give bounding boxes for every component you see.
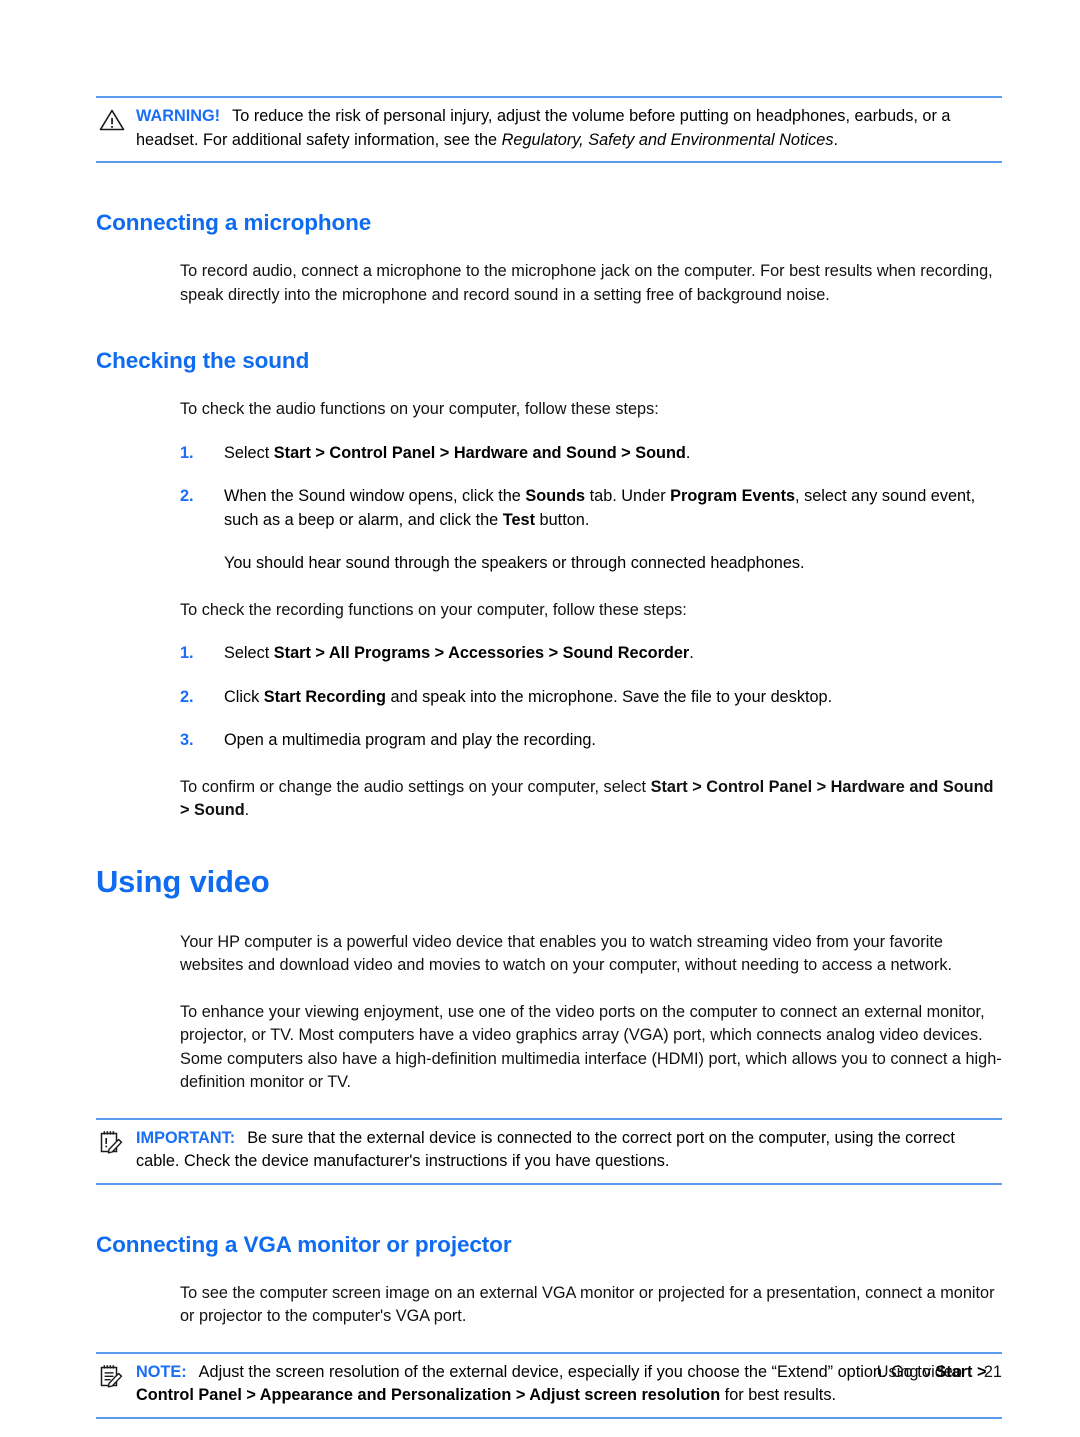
audio-intro-paragraph: To check the audio functions on your com…	[180, 400, 659, 418]
notepad-pencil-icon	[98, 1129, 128, 1155]
footer-section-label: Using video	[876, 1363, 962, 1381]
warning-text-part-2: .	[833, 130, 838, 149]
step-number: 2.	[180, 687, 194, 706]
note-admonition: NOTE: Adjust the screen resolution of the…	[96, 1351, 1002, 1419]
note-text-body: Adjust the screen resolution of the exte…	[136, 1362, 987, 1405]
important-admonition: IMPORTANT: Be sure that the external devi…	[96, 1117, 1002, 1185]
step-text: Select Start > Control Panel > Hardware …	[224, 443, 691, 462]
warning-admonition: WARNING! To reduce the risk of personal i…	[96, 96, 1002, 163]
step-number: 1.	[180, 644, 194, 662]
note-label: NOTE:	[136, 1362, 187, 1381]
notepad-pencil-icon	[98, 1363, 128, 1389]
warning-italic-title: Regulatory, Safety and Environmental Not…	[501, 130, 834, 149]
note-text: NOTE: Adjust the screen resolution of the…	[96, 1361, 1002, 1408]
warning-triangle-icon	[98, 107, 128, 133]
using-video-paragraph-2: To enhance your viewing enjoyment, use o…	[180, 1002, 1002, 1092]
important-text-body: Be sure that the external device is conn…	[136, 1128, 955, 1171]
using-video-body: Your HP computer is a powerful video dev…	[180, 931, 1002, 1095]
list-item: 3. Open a multimedia program and play th…	[180, 729, 1002, 753]
warning-text: WARNING! To reduce the risk of personal i…	[96, 105, 1002, 152]
recording-steps-list: 1. Select Start > All Programs > Accesso…	[180, 642, 1002, 753]
step-text: Open a multimedia program and play the r…	[224, 731, 596, 749]
step-number: 3.	[180, 731, 194, 749]
vga-body: To see the computer screen image on an e…	[180, 1282, 1002, 1329]
important-label: IMPORTANT:	[136, 1128, 236, 1147]
using-video-paragraph-1: Your HP computer is a powerful video dev…	[180, 932, 952, 975]
step-text: Click Start Recording and speak into the…	[224, 687, 833, 706]
heading-connecting-a-microphone: Connecting a microphone	[96, 210, 372, 235]
list-item: 2. When the Sound window opens, click th…	[180, 485, 1002, 576]
step-text: Select Start > All Programs > Accessorie…	[224, 644, 694, 662]
heading-using-video: Using video	[96, 863, 270, 899]
audio-steps-list: 1. Select Start > Control Panel > Hardwa…	[180, 442, 1002, 576]
microphone-body: To record audio, connect a microphone to…	[180, 260, 1002, 307]
document-page: WARNING! To reduce the risk of personal i…	[0, 0, 1080, 1437]
step-number: 1.	[180, 443, 194, 462]
heading-connecting-a-vga-monitor-or-projector: Connecting a VGA monitor or projector	[96, 1231, 512, 1257]
step-number: 2.	[180, 487, 194, 505]
page-footer: Using video 21	[877, 1363, 1002, 1382]
page-content: WARNING! To reduce the risk of personal i…	[96, 96, 1002, 1419]
vga-paragraph: To see the computer screen image on an e…	[180, 1283, 995, 1326]
list-item: 1. Select Start > Control Panel > Hardwa…	[180, 442, 1002, 466]
recording-intro-paragraph: To check the recording functions on your…	[180, 600, 687, 619]
microphone-paragraph: To record audio, connect a microphone to…	[180, 262, 993, 304]
step-text: When the Sound window opens, click the S…	[224, 487, 976, 529]
checking-sound-body: To check the audio functions on your com…	[180, 398, 1002, 823]
footer-page-number: 21	[983, 1363, 1002, 1381]
important-text: IMPORTANT: Be sure that the external devi…	[96, 1127, 1002, 1174]
warning-label: WARNING!	[136, 107, 221, 125]
list-item: 1. Select Start > All Programs > Accesso…	[180, 642, 1002, 666]
step-sub-paragraph: You should hear sound through the speake…	[224, 554, 805, 572]
list-item: 2. Click Start Recording and speak into …	[180, 686, 1002, 710]
heading-checking-the-sound: Checking the sound	[96, 348, 310, 373]
audio-settings-closing-paragraph: To confirm or change the audio settings …	[180, 777, 994, 820]
